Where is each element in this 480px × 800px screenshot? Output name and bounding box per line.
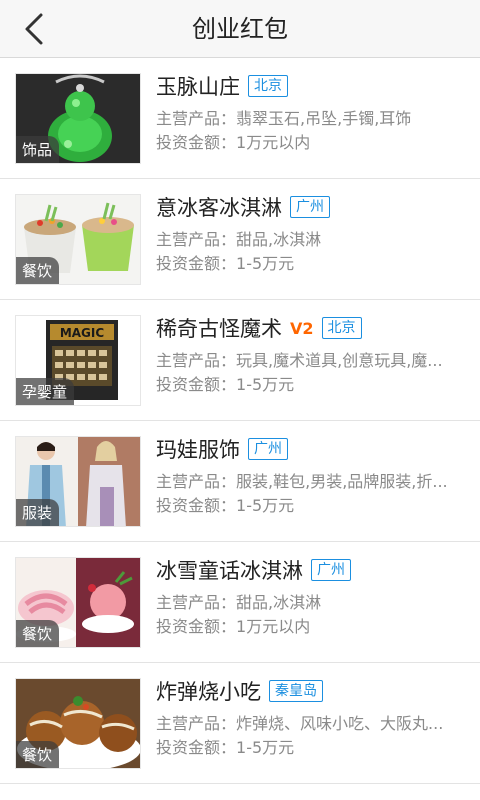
- project-name: 玛娃服饰: [156, 438, 240, 462]
- city-badge: 广州: [290, 196, 330, 218]
- city-badge: 秦皇岛: [269, 680, 323, 702]
- list-item[interactable]: 饰品 玉脉山庄 北京 主营产品：翡翠玉石,吊坠,手镯,耳饰 投资金额：1万元以内: [0, 58, 480, 179]
- magic-box-text: MAGIC: [60, 326, 105, 340]
- list-item[interactable]: 餐饮 炸弹烧小吃 秦皇岛 主营产品：炸弹烧、风味小吃、大阪丸... 投资金额：1…: [0, 663, 480, 784]
- city-badge: 北京: [248, 75, 288, 97]
- investment-amount: 投资金额：1万元以内: [156, 133, 311, 152]
- jade-buddha-image: 饰品: [15, 73, 141, 164]
- category-tag: 餐饮: [16, 257, 60, 284]
- category-tag: 服装: [16, 499, 60, 526]
- investment-amount: 投资金额：1-5万元: [156, 738, 295, 757]
- project-name: 稀奇古怪魔术: [156, 317, 282, 341]
- project-name: 意冰客冰淇淋: [156, 196, 282, 220]
- list-item[interactable]: 餐饮 意冰客冰淇淋 广州 主营产品：甜品,冰淇淋 投资金额：1-5万元: [0, 179, 480, 300]
- page-title: 创业红包: [192, 15, 288, 43]
- category-tag: 饰品: [16, 136, 60, 163]
- main-products: 主营产品：甜品,冰淇淋: [156, 593, 322, 612]
- list-item[interactable]: 服装 玛娃服饰 广州 主营产品：服装,鞋包,男装,品牌服装,折... 投资金额：…: [0, 421, 480, 542]
- category-tag: 餐饮: [16, 620, 60, 647]
- list-item[interactable]: 餐饮 冰雪童话冰淇淋 广州 主营产品：甜品,冰淇淋 投资金额：1万元以内: [0, 542, 480, 663]
- main-products: 主营产品：炸弹烧、风味小吃、大阪丸...: [156, 714, 444, 733]
- top-bar: 创业红包: [0, 0, 480, 58]
- city-badge: 广州: [311, 559, 351, 581]
- investment-amount: 投资金额：1-5万元: [156, 375, 295, 394]
- project-name: 炸弹烧小吃: [156, 680, 261, 704]
- v2-badge: V2: [290, 318, 314, 338]
- ice-cream-cups-image: 餐饮: [15, 194, 141, 285]
- investment-amount: 投资金额：1-5万元: [156, 496, 295, 515]
- main-products: 主营产品：玩具,魔术道具,创意玩具,魔...: [156, 351, 443, 370]
- project-list: 饰品 玉脉山庄 北京 主营产品：翡翠玉石,吊坠,手镯,耳饰 投资金额：1万元以内: [0, 58, 480, 784]
- main-products: 主营产品：服装,鞋包,男装,品牌服装,折...: [156, 472, 448, 491]
- investment-amount: 投资金额：1万元以内: [156, 617, 311, 636]
- investment-amount: 投资金额：1-5万元: [156, 254, 295, 273]
- city-badge: 北京: [321, 317, 362, 339]
- ice-cream-desserts-image: 餐饮: [15, 557, 141, 648]
- category-tag: 孕婴童: [16, 378, 75, 405]
- city-badge: 广州: [248, 438, 288, 460]
- list-item[interactable]: MAGIC 孕婴童 稀奇古怪魔术 V2 北京 主营产品：玩具,魔术道具,创意玩具…: [0, 300, 480, 421]
- fashion-models-image: 服装: [15, 436, 141, 527]
- takoyaki-snack-image: 餐饮: [15, 678, 141, 769]
- main-products: 主营产品：甜品,冰淇淋: [156, 230, 322, 249]
- main-products: 主营产品：翡翠玉石,吊坠,手镯,耳饰: [156, 109, 412, 128]
- category-tag: 餐饮: [16, 741, 60, 768]
- magic-box-image: MAGIC 孕婴童: [15, 315, 141, 406]
- project-name: 玉脉山庄: [156, 75, 240, 99]
- project-name: 冰雪童话冰淇淋: [156, 559, 303, 583]
